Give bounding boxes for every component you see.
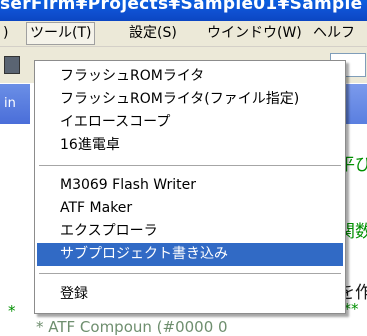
left-pane: in bbox=[0, 84, 30, 335]
menu-settings[interactable]: 設定(S) bbox=[126, 23, 180, 44]
menu-item-flash-rom-writer-file[interactable]: フラッシュROMライタ(ファイル指定) bbox=[37, 88, 343, 111]
menu-item-hex-calculator[interactable]: 16進電卓 bbox=[37, 134, 343, 157]
menu-item-m3069-flash-writer[interactable]: M3069 Flash Writer bbox=[37, 174, 343, 197]
bg-text-fragment: * bbox=[8, 302, 16, 320]
menu-separator bbox=[39, 273, 341, 275]
menu-item-explorer[interactable]: エクスプローラ bbox=[37, 220, 343, 243]
menu-help[interactable]: ヘルフ bbox=[310, 23, 358, 44]
title-bar: serFirm¥Projects¥Sample01¥Sample bbox=[0, 0, 367, 21]
menu-window[interactable]: ウインドウ(W) bbox=[204, 23, 305, 44]
left-tab[interactable]: in bbox=[0, 84, 30, 124]
window-title: serFirm¥Projects¥Sample01¥Sample bbox=[0, 0, 363, 14]
menu-tools[interactable]: ツール(T) bbox=[26, 22, 96, 45]
toolbar-icon[interactable] bbox=[4, 56, 20, 74]
menu-item-register[interactable]: 登録 bbox=[37, 283, 343, 306]
tools-dropdown-menu: フラッシュROMライタ フラッシュROMライタ(ファイル指定) イエロースコープ… bbox=[34, 60, 346, 314]
menu-separator bbox=[39, 165, 341, 167]
menu-bar: ) ツール(T) 設定(S) ウインドウ(W) ヘルフ bbox=[0, 21, 367, 47]
menu-item-partial[interactable]: ) bbox=[0, 23, 11, 44]
menu-item-flash-rom-writer[interactable]: フラッシュROMライタ bbox=[37, 65, 343, 88]
menu-item-yellow-scope[interactable]: イエロースコープ bbox=[37, 111, 343, 134]
bg-text-fragment: * ATF Compoun (#0000 0 bbox=[36, 318, 228, 336]
menu-item-atf-maker[interactable]: ATF Maker bbox=[37, 197, 343, 220]
menu-item-subproject-write[interactable]: サブプロジェクト書き込み bbox=[37, 243, 343, 266]
